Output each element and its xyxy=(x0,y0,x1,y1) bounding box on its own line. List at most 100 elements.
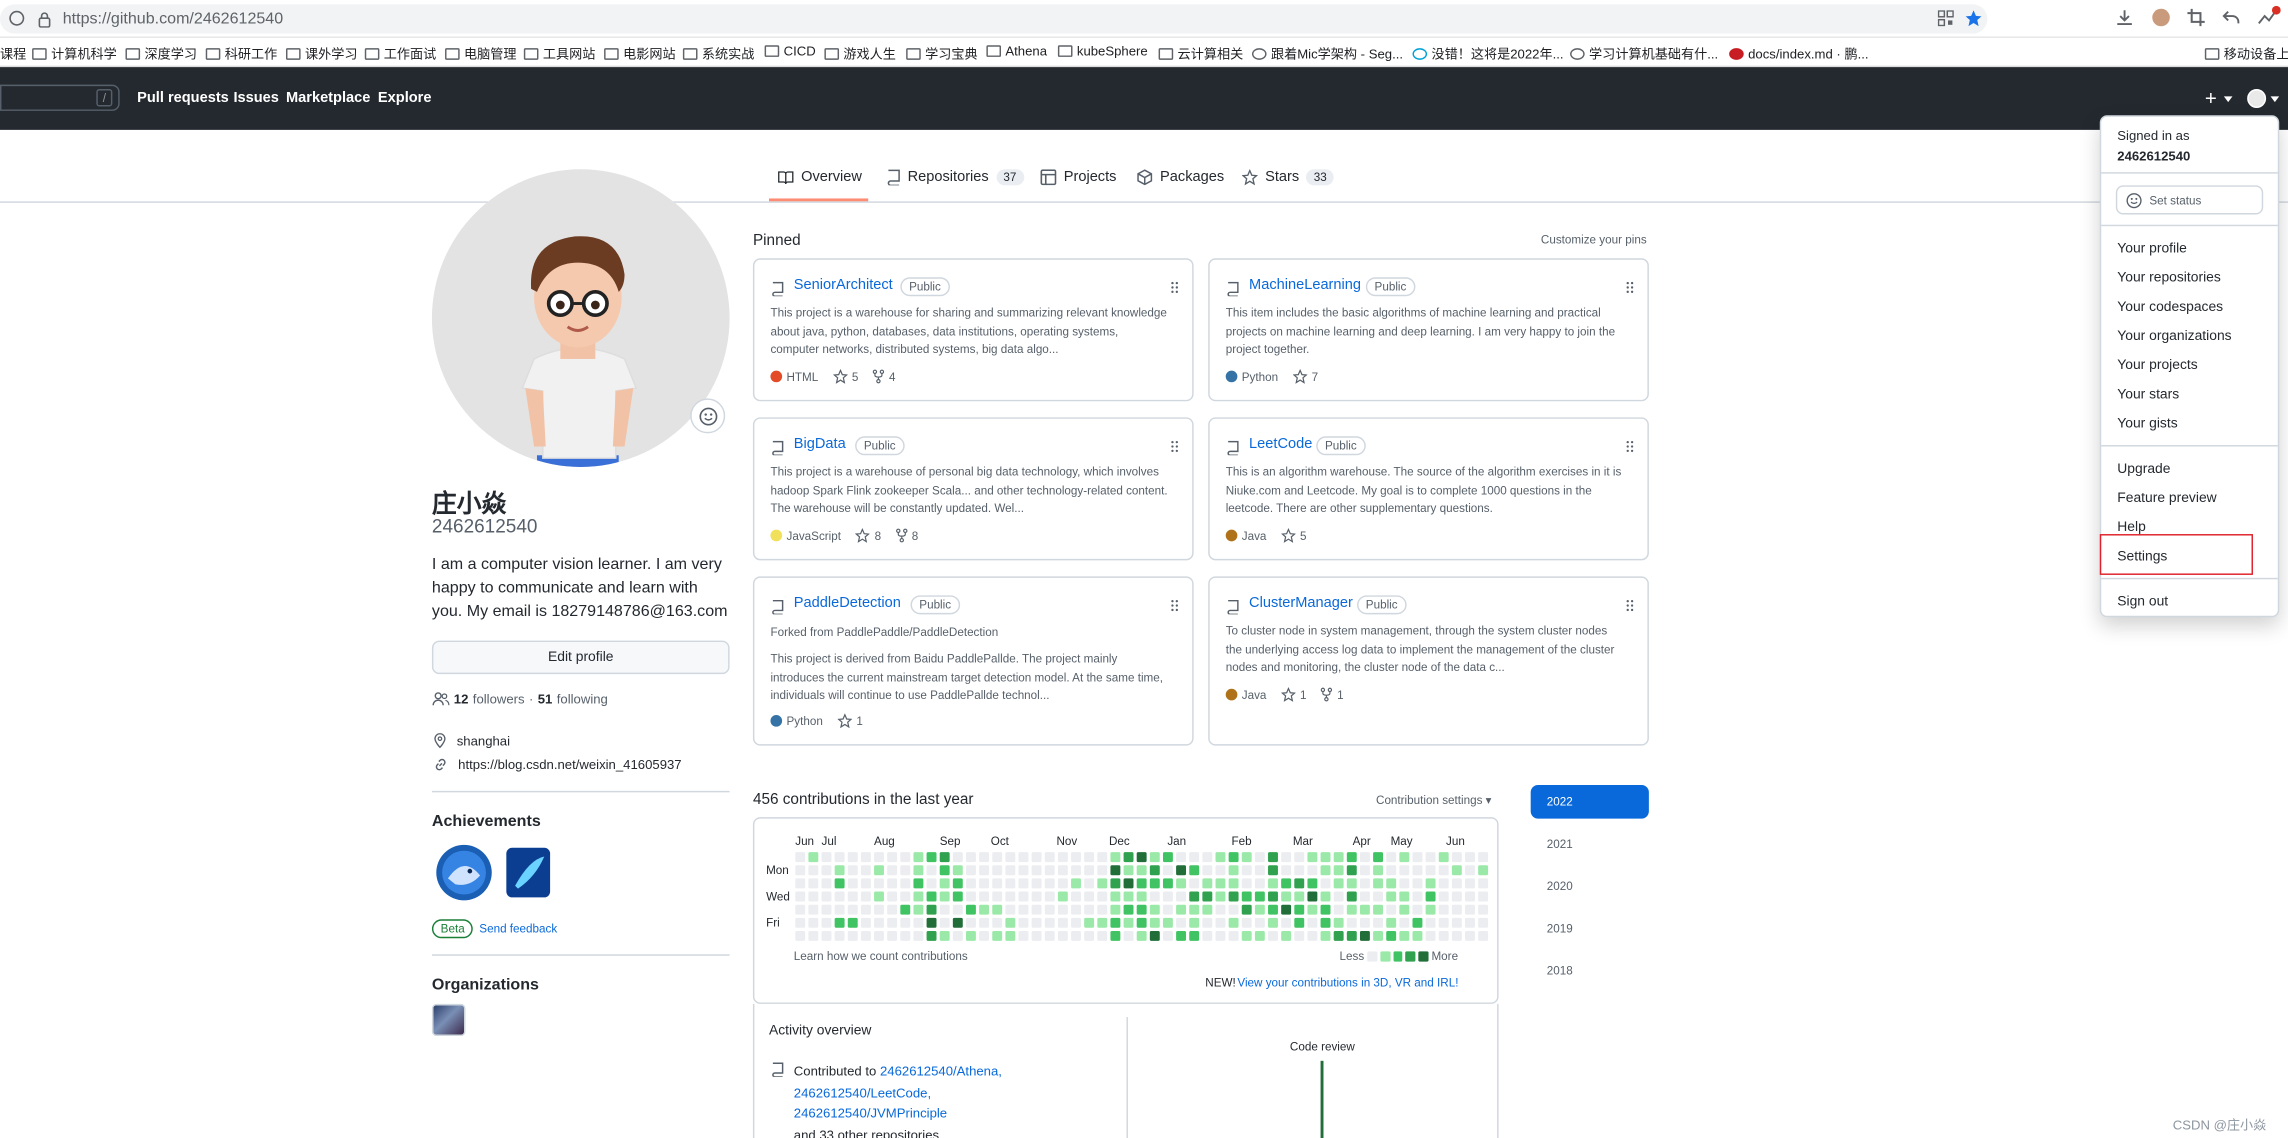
repo-stars[interactable]: 8 xyxy=(855,528,881,543)
contribution-day-cell[interactable] xyxy=(821,917,832,928)
contribution-day-cell[interactable] xyxy=(1202,904,1213,915)
contribution-day-cell[interactable] xyxy=(900,904,911,915)
contribution-day-cell[interactable] xyxy=(913,904,924,915)
contribution-day-cell[interactable] xyxy=(1057,930,1068,941)
contribution-day-cell[interactable] xyxy=(887,917,898,928)
contribution-day-cell[interactable] xyxy=(1268,878,1278,889)
contribution-day-cell[interactable] xyxy=(992,865,1003,876)
contribution-day-cell[interactable] xyxy=(834,878,845,889)
contribution-day-cell[interactable] xyxy=(1189,878,1200,889)
contribution-day-cell[interactable] xyxy=(808,852,819,863)
contribution-day-cell[interactable] xyxy=(1031,930,1042,941)
contribution-day-cell[interactable] xyxy=(913,865,924,876)
contribution-day-cell[interactable] xyxy=(1333,891,1344,902)
menu-feature-preview[interactable]: Feature preview xyxy=(2117,490,2216,506)
contribution-day-cell[interactable] xyxy=(939,865,950,876)
contribution-day-cell[interactable] xyxy=(1228,878,1239,889)
qr-code-icon[interactable] xyxy=(1937,10,1954,27)
contribution-day-cell[interactable] xyxy=(1373,917,1384,928)
contribution-day-cell[interactable] xyxy=(795,865,806,876)
contribution-day-cell[interactable] xyxy=(1202,852,1213,863)
contribution-day-cell[interactable] xyxy=(1176,891,1187,902)
contribution-day-cell[interactable] xyxy=(1386,891,1397,902)
activity-repo-link-2[interactable]: 2462612540/LeetCode, xyxy=(794,1085,931,1100)
bookmark-item[interactable]: 深度学习 xyxy=(125,44,197,63)
contribution-day-cell[interactable] xyxy=(1110,865,1121,876)
contribution-day-cell[interactable] xyxy=(1044,904,1055,915)
contribution-day-cell[interactable] xyxy=(1399,852,1410,863)
contribution-day-cell[interactable] xyxy=(1438,852,1449,863)
contribution-day-cell[interactable] xyxy=(1333,917,1344,928)
contribution-day-cell[interactable] xyxy=(1241,917,1252,928)
contribution-day-cell[interactable] xyxy=(992,878,1003,889)
contribution-day-cell[interactable] xyxy=(1281,891,1292,902)
contribution-day-cell[interactable] xyxy=(834,930,845,941)
contribution-day-cell[interactable] xyxy=(1294,917,1305,928)
contribution-day-cell[interactable] xyxy=(847,930,858,941)
contribution-day-cell[interactable] xyxy=(887,852,898,863)
bookmark-item[interactable]: 跟着Mic学架构 - Seg... xyxy=(1251,44,1403,63)
contribution-day-cell[interactable] xyxy=(1386,904,1397,915)
contribution-day-cell[interactable] xyxy=(1438,917,1449,928)
drag-handle-icon[interactable] xyxy=(1626,281,1635,294)
contribution-day-cell[interactable] xyxy=(1044,917,1055,928)
contribution-day-cell[interactable] xyxy=(1425,917,1436,928)
contribution-day-cell[interactable] xyxy=(1451,917,1462,928)
contribution-day-cell[interactable] xyxy=(900,852,911,863)
contribution-day-cell[interactable] xyxy=(913,878,924,889)
contribution-day-cell[interactable] xyxy=(1346,891,1357,902)
contribution-day-cell[interactable] xyxy=(1281,904,1292,915)
contribution-day-cell[interactable] xyxy=(1215,852,1226,863)
bookmark-item[interactable]: 计算机科学 xyxy=(32,44,117,63)
drag-handle-icon[interactable] xyxy=(1170,440,1179,453)
contribution-day-cell[interactable] xyxy=(939,891,950,902)
contribution-day-cell[interactable] xyxy=(1097,865,1108,876)
drag-handle-icon[interactable] xyxy=(1170,281,1179,294)
site-info-icon[interactable] xyxy=(9,10,25,26)
contribution-settings-dropdown[interactable]: Contribution settings ▾ xyxy=(1376,794,1492,807)
contribution-day-cell[interactable] xyxy=(1044,891,1055,902)
contribution-day-cell[interactable] xyxy=(1136,865,1147,876)
edit-profile-button[interactable]: Edit profile xyxy=(431,640,730,675)
contribution-day-cell[interactable] xyxy=(1005,891,1016,902)
contribution-day-cell[interactable] xyxy=(1189,865,1200,876)
contribution-day-cell[interactable] xyxy=(1359,930,1370,941)
contribution-day-cell[interactable] xyxy=(1189,930,1200,941)
contribution-day-cell[interactable] xyxy=(1005,930,1016,941)
followers-label[interactable]: followers xyxy=(473,692,525,707)
send-feedback-link[interactable]: Send feedback xyxy=(479,922,557,935)
contribution-day-cell[interactable] xyxy=(860,852,871,863)
tab-packages[interactable]: Packages xyxy=(1137,169,1224,185)
contribution-day-cell[interactable] xyxy=(1478,904,1489,915)
contribution-day-cell[interactable] xyxy=(1320,917,1331,928)
contribution-day-cell[interactable] xyxy=(1110,917,1121,928)
contribution-day-cell[interactable] xyxy=(1176,852,1187,863)
contribution-day-cell[interactable] xyxy=(1399,865,1410,876)
set-status-emoji-button[interactable] xyxy=(690,398,726,434)
contribution-day-cell[interactable] xyxy=(1254,917,1265,928)
bookmark-item[interactable]: 云计算相关 xyxy=(1158,44,1243,63)
contribution-day-cell[interactable] xyxy=(1110,904,1121,915)
contribution-day-cell[interactable] xyxy=(1268,930,1278,941)
contribution-day-cell[interactable] xyxy=(1136,878,1147,889)
contribution-day-cell[interactable] xyxy=(952,930,963,941)
contribution-day-cell[interactable] xyxy=(1057,904,1068,915)
contribution-day-cell[interactable] xyxy=(795,930,806,941)
contribution-day-cell[interactable] xyxy=(1162,878,1173,889)
year-filter-2021[interactable]: 2021 xyxy=(1531,827,1649,861)
contribution-day-cell[interactable] xyxy=(1176,865,1187,876)
contribution-day-cell[interactable] xyxy=(1412,917,1423,928)
contribution-day-cell[interactable] xyxy=(808,865,819,876)
contribution-day-cell[interactable] xyxy=(1110,930,1121,941)
contribution-day-cell[interactable] xyxy=(1438,904,1449,915)
contribution-day-cell[interactable] xyxy=(1097,891,1108,902)
contribution-day-cell[interactable] xyxy=(1281,852,1292,863)
contribution-day-cell[interactable] xyxy=(1097,904,1108,915)
contribution-day-cell[interactable] xyxy=(887,865,898,876)
contribution-day-cell[interactable] xyxy=(1399,930,1410,941)
contribution-day-cell[interactable] xyxy=(1254,891,1265,902)
repo-forks[interactable]: 4 xyxy=(873,369,895,384)
contribution-day-cell[interactable] xyxy=(900,891,911,902)
contribution-day-cell[interactable] xyxy=(1097,930,1108,941)
bookmark-item[interactable]: 电影网站 xyxy=(604,44,676,63)
